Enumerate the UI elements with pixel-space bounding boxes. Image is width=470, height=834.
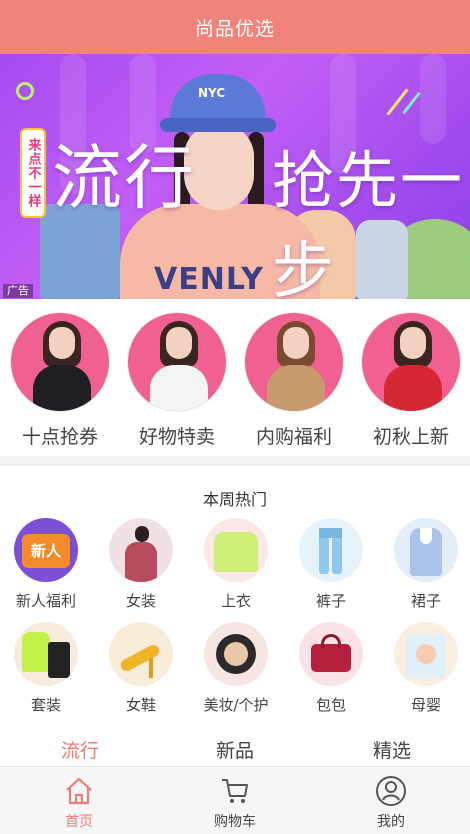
category-beauty[interactable]: 美妆/个护 (196, 622, 276, 715)
section-divider (0, 456, 470, 466)
circle-nav: 十点抢券 好物特卖 内购福利 初秋上新 (0, 300, 470, 456)
section-title: 本周热门 (202, 490, 267, 509)
category-label: 女鞋 (125, 696, 156, 714)
category-skirts[interactable]: 裙子 (386, 518, 466, 611)
high-heel-icon (109, 622, 173, 686)
bottom-nav-label: 我的 (377, 814, 405, 830)
category-women-clothing[interactable]: 女装 (101, 518, 181, 611)
home-icon (63, 775, 95, 807)
circle-nav-label: 十点抢券 (21, 426, 98, 448)
category-shoes[interactable]: 女鞋 (101, 622, 181, 715)
outfit-set-icon (14, 622, 78, 686)
women-clothing-icon (109, 518, 173, 582)
category-label: 裤子 (315, 592, 346, 610)
bottom-nav-home[interactable]: 首页 (39, 775, 119, 831)
circle-nav-item-benefits[interactable]: 内购福利 (244, 312, 344, 449)
category-label: 母婴 (410, 696, 441, 714)
new-user-badge-text: 新人 (30, 542, 61, 560)
top-shirt-icon (204, 518, 268, 582)
bottom-nav-profile[interactable]: 我的 (351, 775, 431, 831)
weekly-hot-section: 本周热门 新人 新人福利 女装 上衣 裤子 裙子 套装 女鞋 美妆/个护 包包 … (0, 466, 470, 766)
bottom-nav-cart[interactable]: 购物车 (195, 775, 275, 831)
category-new-user[interactable]: 新人 新人福利 (6, 518, 86, 611)
category-label: 裙子 (410, 592, 441, 610)
category-baby[interactable]: 母婴 (386, 622, 466, 715)
bottom-nav-label: 购物车 (214, 814, 256, 830)
cart-icon (219, 775, 251, 807)
category-tops[interactable]: 上衣 (196, 518, 276, 611)
circle-nav-label: 内购福利 (255, 426, 332, 448)
banner-tag: 来点不一样 (20, 128, 46, 218)
banner-headline-right: 抢先一步 (272, 144, 465, 299)
circle-nav-image (361, 312, 461, 412)
tab-trending[interactable]: 流行 (30, 736, 130, 763)
ad-label: 广告 (3, 284, 33, 298)
category-pants[interactable]: 裤子 (291, 518, 371, 611)
category-label: 包包 (315, 696, 346, 714)
category-label: 女装 (125, 592, 156, 610)
user-icon (375, 775, 407, 807)
pants-icon (299, 518, 363, 582)
circle-nav-label: 初秋上新 (372, 426, 449, 448)
tab-featured[interactable]: 精选 (342, 736, 442, 763)
promo-banner[interactable]: NYC VENLY 来点不一样 流行 抢先一步 (0, 54, 470, 299)
dress-icon (394, 518, 458, 582)
circle-nav-item-new-arrivals[interactable]: 初秋上新 (361, 312, 461, 449)
bottom-nav-label: 首页 (65, 814, 93, 830)
circle-nav-label: 好物特卖 (138, 426, 215, 448)
circle-nav-image (10, 312, 110, 412)
category-label: 上衣 (220, 592, 251, 610)
tab-new[interactable]: 新品 (185, 736, 285, 763)
handbag-icon (299, 622, 363, 686)
new-user-gift-icon: 新人 (14, 518, 78, 582)
page-title: 尚品优选 (194, 17, 275, 40)
circle-nav-image (127, 312, 227, 412)
circle-nav-item-coupons[interactable]: 十点抢券 (10, 312, 110, 449)
app-header: 尚品优选 (0, 0, 470, 54)
hat-logo-text: NYC (198, 86, 226, 100)
banner-headline-left: 流行 (52, 137, 196, 219)
category-sets[interactable]: 套装 (6, 622, 86, 715)
circle-nav-image (244, 312, 344, 412)
cushion-compact-icon (204, 622, 268, 686)
banner-ring-decoration (16, 82, 34, 100)
category-label: 美妆/个护 (203, 696, 269, 714)
diapers-icon (394, 622, 458, 686)
banner-line-decoration (402, 91, 421, 115)
circle-nav-item-sale[interactable]: 好物特卖 (127, 312, 227, 449)
hoodie-print-text: VENLY (154, 262, 264, 297)
bottom-nav: 首页 购物车 我的 (0, 766, 470, 834)
feed-tabs: 流行 新品 精选 (0, 734, 470, 766)
category-bags[interactable]: 包包 (291, 622, 371, 715)
category-label: 新人福利 (15, 592, 76, 610)
category-label: 套装 (30, 696, 61, 714)
